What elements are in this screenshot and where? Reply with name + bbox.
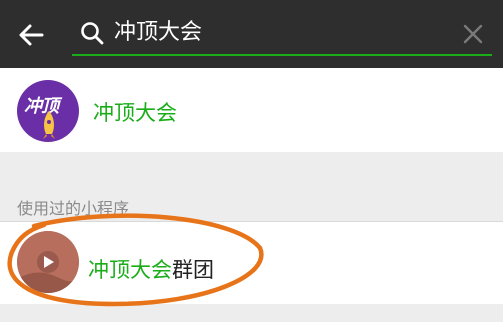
mini-program-title: 冲顶大会群团 bbox=[88, 254, 214, 284]
section-label: 使用过的小程序 bbox=[17, 199, 130, 218]
search-underline bbox=[72, 54, 492, 56]
search-input[interactable]: 冲顶大会 bbox=[114, 19, 202, 47]
clear-icon[interactable] bbox=[462, 23, 484, 45]
search-result-item[interactable]: 冲顶 冲顶大会 bbox=[0, 68, 503, 152]
back-arrow-icon bbox=[19, 24, 44, 46]
search-field[interactable]: 冲顶大会 bbox=[72, 10, 492, 56]
play-icon bbox=[17, 231, 79, 293]
title-rest: 群团 bbox=[172, 258, 214, 282]
search-bar: 冲顶大会 bbox=[0, 0, 503, 68]
result-title: 冲顶大会 bbox=[93, 101, 177, 125]
back-button[interactable] bbox=[16, 20, 46, 50]
search-icon bbox=[81, 22, 104, 45]
mini-program-icon bbox=[17, 231, 79, 293]
title-highlight: 冲顶大会 bbox=[88, 258, 172, 282]
mini-program-item[interactable]: 冲顶大会群团 bbox=[0, 222, 503, 304]
rocket-icon bbox=[43, 111, 55, 139]
app-avatar: 冲顶 bbox=[17, 80, 79, 142]
